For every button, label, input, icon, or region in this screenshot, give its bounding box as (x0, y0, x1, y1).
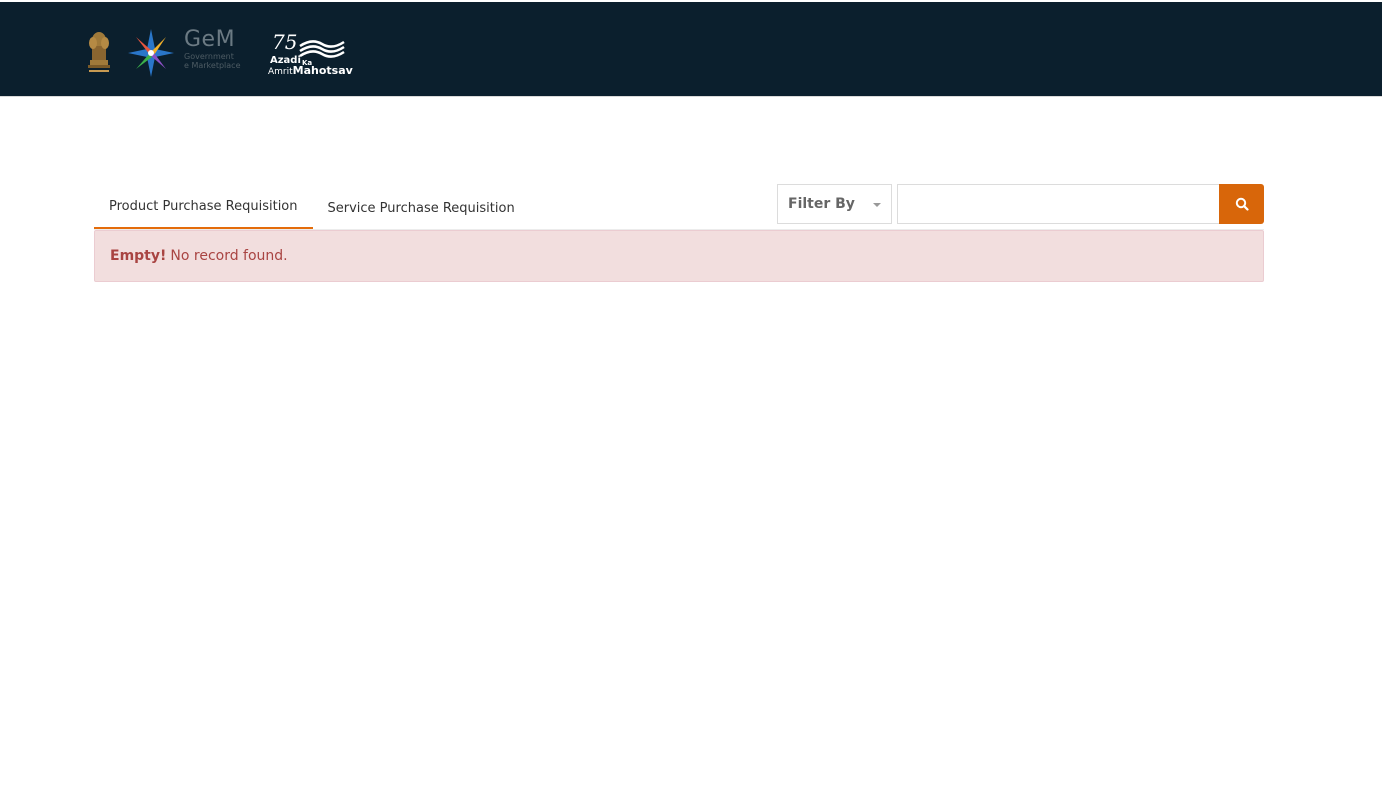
azadi-line2: AmritMahotsav (268, 64, 353, 77)
azadi-75: 75 (272, 30, 298, 54)
national-emblem-icon[interactable] (84, 28, 114, 76)
tab-service-purchase-requisition[interactable]: Service Purchase Requisition (313, 186, 530, 230)
azadi-amrit: Amrit (268, 67, 293, 77)
gem-subtitle-line1: Government (184, 52, 234, 61)
chevron-down-icon (873, 203, 881, 207)
gem-subtitle-line2: e Marketplace (184, 61, 241, 70)
azadi-mahotsav: Mahotsav (292, 64, 353, 77)
filter-by-label: Filter By (788, 196, 855, 212)
flag-wave-icon (299, 40, 345, 58)
requisition-tabs: Product Purchase Requisition Service Pur… (94, 186, 530, 230)
search-input[interactable] (897, 184, 1220, 224)
gem-star-icon[interactable] (128, 29, 174, 77)
tab-product-purchase-requisition[interactable]: Product Purchase Requisition (94, 186, 313, 230)
alert-strong: Empty! (110, 248, 167, 264)
empty-alert: Empty! No record found. (94, 230, 1264, 282)
top-header-bar: GeM Government e Marketplace 75 Azadi Ka… (0, 2, 1382, 97)
alert-message: No record found. (170, 248, 288, 264)
filter-by-select[interactable]: Filter By (777, 184, 892, 224)
azadi-ka-amrit-mahotsav-logo[interactable]: 75 Azadi Ka AmritMahotsav (268, 30, 353, 78)
gem-name: GeM (184, 27, 236, 52)
search-icon (1235, 197, 1249, 211)
gem-logo-text: GeM Government e Marketplace (184, 27, 241, 71)
search-button[interactable] (1219, 184, 1264, 224)
